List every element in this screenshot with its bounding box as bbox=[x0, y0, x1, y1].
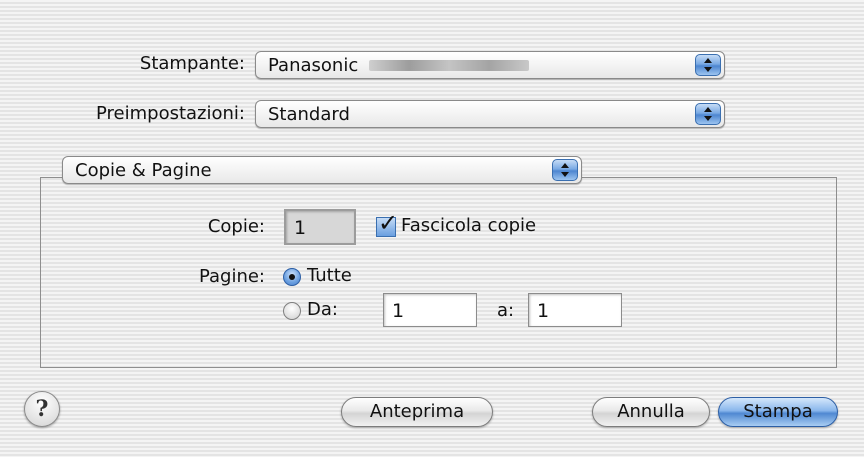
popup-arrows-icon bbox=[552, 159, 578, 181]
printer-label: Stampante: bbox=[139, 53, 245, 74]
pages-all-radio[interactable] bbox=[283, 268, 301, 286]
collate-label: Fascicola copie bbox=[401, 215, 537, 236]
section-popup[interactable]: Copie & Pagine bbox=[62, 156, 582, 184]
pages-from-field[interactable]: 1 bbox=[383, 293, 477, 327]
pages-to-label: a: bbox=[497, 300, 515, 321]
print-button[interactable]: Stampa bbox=[718, 397, 838, 427]
pages-to-field[interactable]: 1 bbox=[528, 293, 622, 327]
collate-checkbox[interactable]: ✓ bbox=[376, 209, 398, 237]
pages-from-radio[interactable] bbox=[283, 302, 301, 320]
pages-all-label: Tutte bbox=[307, 265, 352, 286]
pages-from-label: Da: bbox=[307, 299, 338, 320]
printer-name-redacted bbox=[369, 60, 529, 71]
popup-arrows-icon bbox=[695, 103, 721, 125]
pages-label: Pagine: bbox=[198, 266, 265, 287]
checkmark-icon: ✓ bbox=[378, 209, 399, 237]
presets-label: Preimpostazioni: bbox=[96, 103, 245, 124]
section-value: Copie & Pagine bbox=[75, 160, 212, 181]
presets-popup[interactable]: Standard bbox=[255, 100, 725, 128]
copies-field[interactable]: 1 bbox=[284, 209, 356, 245]
printer-popup[interactable]: Panasonic bbox=[255, 51, 725, 79]
cancel-button[interactable]: Annulla bbox=[592, 397, 710, 427]
presets-value: Standard bbox=[268, 104, 350, 125]
printer-value: Panasonic bbox=[268, 55, 359, 76]
copies-label: Copie: bbox=[207, 216, 265, 237]
preview-button[interactable]: Anteprima bbox=[341, 397, 493, 427]
help-icon[interactable]: ? bbox=[24, 391, 60, 427]
popup-arrows-icon bbox=[695, 54, 721, 76]
